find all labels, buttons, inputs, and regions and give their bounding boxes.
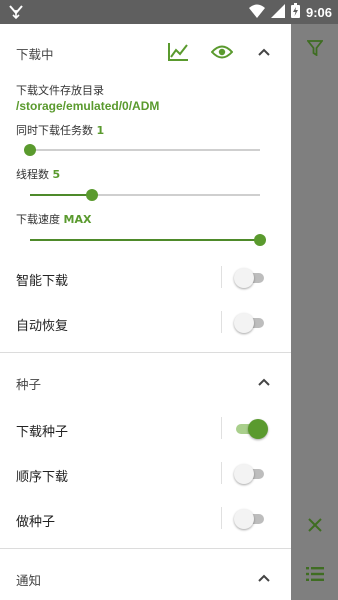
section-title-torrent: 种子 [16,377,42,392]
section-title-notification: 通知 [16,573,42,588]
tasks-value: 1 [96,124,105,137]
section-divider [0,352,291,353]
chevron-up-icon[interactable] [252,566,276,590]
tasks-slider-thumb[interactable] [24,144,36,156]
separator [221,417,222,439]
sequential-download-label: 顺序下载 [16,470,69,485]
status-bar: 9:06 [0,0,338,24]
chevron-up-icon[interactable] [252,370,276,394]
threads-label: 线程数 5 [16,168,61,181]
battery-icon [290,2,300,22]
chart-icon[interactable] [166,40,190,64]
download-torrent-label: 下载种子 [16,425,69,440]
status-time: 9:06 [305,4,332,20]
section-divider [0,548,291,549]
tasks-slider[interactable] [24,143,260,157]
separator [221,507,222,529]
folder-path[interactable]: /storage/emulated/0/ADM [16,99,159,113]
download-torrent-switch[interactable] [234,419,268,439]
threads-value: 5 [52,168,61,181]
wifi-icon [248,3,265,22]
smart-download-label: 智能下载 [16,274,69,289]
speed-slider-thumb[interactable] [254,234,266,246]
settings-panel: 下载中 下载文件存放目录 /storage/emulated/0/ADM 同时下… [0,24,291,600]
section-header-torrent[interactable]: 种子 [0,362,291,402]
section-header-notification[interactable]: 通知 [0,558,291,598]
section-header-downloading[interactable]: 下载中 [0,32,291,72]
download-status-icon [8,4,24,20]
tasks-label: 同时下载任务数 1 [16,124,105,137]
seeding-label: 做种子 [16,515,56,530]
side-toolbar [291,24,338,600]
eye-icon[interactable] [210,40,234,64]
seeding-switch[interactable] [234,509,266,529]
auto-resume-label: 自动恢复 [16,319,69,334]
threads-slider[interactable] [30,188,260,202]
auto-resume-switch[interactable] [234,313,266,333]
section-title-downloading: 下载中 [16,47,54,62]
separator [221,266,222,288]
smart-download-switch[interactable] [234,268,266,288]
close-icon[interactable] [291,509,338,541]
separator [221,311,222,333]
list-icon[interactable] [291,558,338,590]
signal-icon [270,3,285,22]
speed-label: 下载速度 MAX [16,213,92,226]
folder-label: 下载文件存放目录 [16,84,104,97]
separator [221,462,222,484]
chevron-up-icon[interactable] [252,40,276,64]
threads-slider-thumb[interactable] [86,189,99,201]
sequential-download-switch[interactable] [234,464,266,484]
speed-slider[interactable] [30,233,266,247]
speed-value: MAX [63,213,92,226]
filter-icon[interactable] [291,32,338,64]
